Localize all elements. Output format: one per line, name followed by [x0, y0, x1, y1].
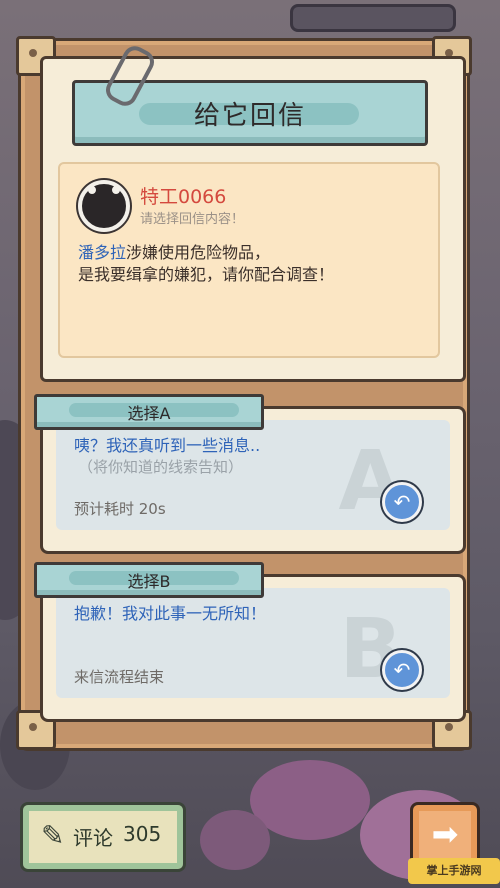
reply-icon[interactable]: ↶	[382, 650, 422, 690]
reply-option-b[interactable]: 选择B 抱歉！我对此事一无所知！ 来信流程结束 B ↶	[34, 562, 466, 722]
option-tag-label: 选择A	[127, 404, 171, 423]
reply-icon[interactable]: ↶	[382, 482, 422, 522]
reply-option-a[interactable]: 选择A 咦？我还真听到一些消息.. （将你知道的线索告知） 预计耗时 20s A…	[34, 394, 466, 554]
background-mushroom	[250, 760, 370, 840]
option-tag: 选择A	[34, 394, 264, 430]
incoming-letter: 特工0066 请选择回信内容！ 潘多拉涉嫌使用危险物品， 是我要缉拿的嫌犯，请你…	[58, 162, 440, 358]
suspect-name: 潘多拉	[78, 243, 127, 262]
comment-count: 305	[123, 822, 162, 846]
arrow-right-icon: ➡	[431, 815, 459, 853]
letter-message: 潘多拉涉嫌使用危险物品， 是我要缉拿的嫌犯，请你配合调查！	[78, 242, 334, 286]
option-footer: 预计耗时 20s	[74, 500, 166, 518]
background-mushroom	[200, 810, 270, 870]
site-watermark: 掌上手游网	[408, 858, 500, 884]
option-reply-note: （将你知道的线索告知）	[78, 458, 244, 476]
choose-reply-hint: 请选择回信内容！	[140, 212, 245, 227]
option-tag: 选择B	[34, 562, 264, 598]
option-footer: 来信流程结束	[74, 668, 165, 686]
comment-button[interactable]: ✎ 评论 305	[20, 802, 186, 872]
sender-name: 特工0066	[140, 186, 227, 208]
option-tag-label: 选择B	[127, 572, 171, 591]
message-line1-rest: 涉嫌使用危险物品，	[126, 243, 271, 262]
quill-icon: ✎	[41, 819, 65, 852]
option-reply-text: 抱歉！我对此事一无所知！	[74, 604, 267, 623]
message-line2: 是我要缉拿的嫌犯，请你配合调查！	[78, 265, 335, 284]
avatar	[78, 180, 130, 232]
option-reply-text: 咦？我还真听到一些消息..	[74, 436, 261, 455]
comment-label: 评论	[73, 826, 113, 850]
background-pipe	[290, 4, 456, 32]
